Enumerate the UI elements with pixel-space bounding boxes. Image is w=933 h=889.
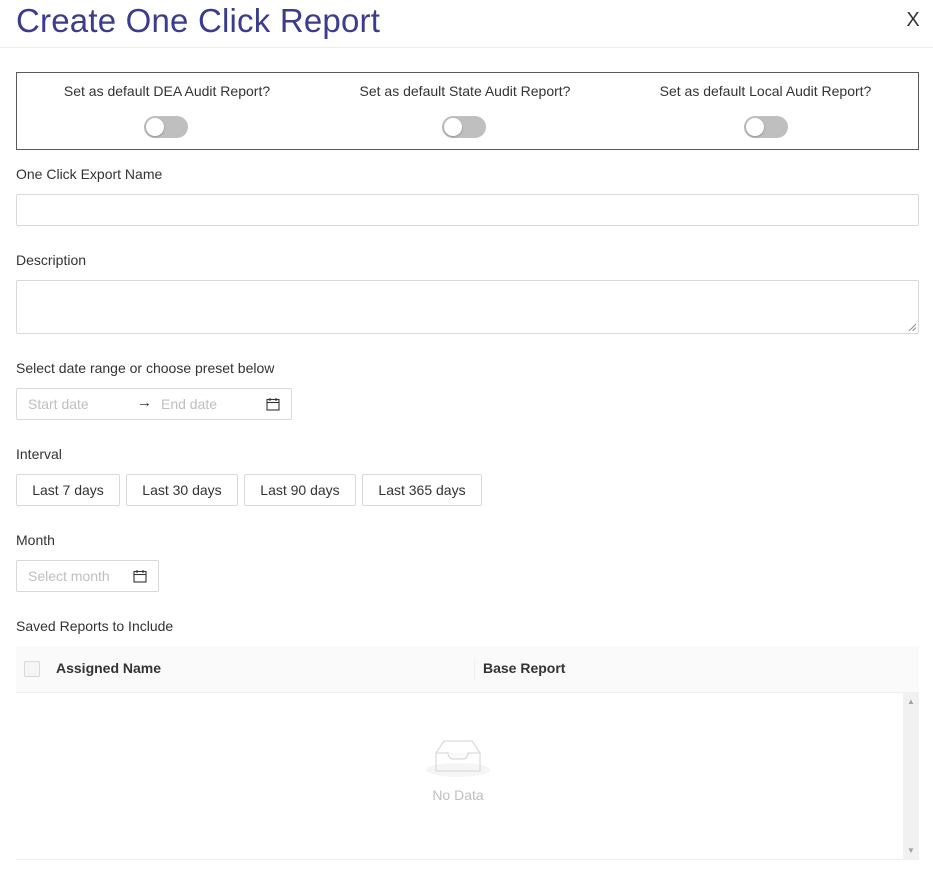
column-header-base-report[interactable]: Base Report	[483, 660, 565, 676]
dialog-title: Create One Click Report	[16, 2, 381, 39]
interval-last-7-days-button[interactable]: Last 7 days	[16, 474, 120, 506]
date-range-label: Select date range or choose preset below	[16, 360, 275, 376]
dea-default-switch[interactable]	[144, 116, 188, 138]
calendar-icon	[133, 570, 147, 583]
close-icon[interactable]: X	[903, 8, 923, 32]
end-date-input[interactable]: End date	[161, 396, 217, 412]
state-default-group: Set as default State Audit Report?	[317, 73, 613, 149]
month-picker[interactable]: Select month	[16, 560, 159, 592]
scroll-up-icon[interactable]: ▲	[907, 697, 915, 706]
saved-reports-table-body: No Data ▲ ▼	[16, 693, 919, 860]
month-input[interactable]: Select month	[28, 568, 110, 584]
description-textarea[interactable]	[16, 280, 919, 334]
select-all-checkbox[interactable]	[24, 661, 40, 677]
range-arrow-icon: →	[137, 394, 152, 411]
interval-last-365-days-button[interactable]: Last 365 days	[362, 474, 482, 506]
column-header-assigned-name[interactable]: Assigned Name	[56, 660, 161, 676]
switch-knob	[444, 118, 462, 136]
resize-grip-icon[interactable]	[908, 323, 916, 331]
column-divider	[474, 658, 475, 680]
switch-knob	[146, 118, 164, 136]
description-label: Description	[16, 252, 87, 268]
dea-default-group: Set as default DEA Audit Report?	[17, 73, 317, 149]
switch-knob	[746, 118, 764, 136]
month-label: Month	[16, 532, 55, 548]
local-default-label: Set as default Local Audit Report?	[659, 83, 872, 99]
saved-reports-table-header: Assigned Name Base Report	[16, 646, 919, 693]
local-default-switch[interactable]	[744, 116, 788, 138]
state-default-label: Set as default State Audit Report?	[359, 83, 571, 99]
local-default-group: Set as default Local Audit Report?	[613, 73, 918, 149]
export-name-label: One Click Export Name	[16, 166, 163, 182]
dialog-header: Create One Click Report X	[0, 0, 933, 48]
date-range-picker[interactable]: Start date → End date	[16, 388, 292, 420]
empty-inbox-icon	[426, 740, 490, 777]
empty-text: No Data	[432, 787, 484, 803]
state-default-switch[interactable]	[442, 116, 486, 138]
interval-label: Interval	[16, 446, 62, 462]
calendar-icon	[266, 398, 280, 411]
scroll-down-icon[interactable]: ▼	[907, 846, 915, 855]
empty-state: No Data	[418, 737, 498, 803]
default-report-toggles: Set as default DEA Audit Report? Set as …	[16, 72, 919, 150]
saved-reports-label: Saved Reports to Include	[16, 618, 174, 634]
start-date-input[interactable]: Start date	[28, 396, 89, 412]
interval-last-90-days-button[interactable]: Last 90 days	[244, 474, 356, 506]
dea-default-label: Set as default DEA Audit Report?	[63, 83, 271, 99]
table-scrollbar[interactable]: ▲ ▼	[903, 693, 919, 859]
interval-last-30-days-button[interactable]: Last 30 days	[126, 474, 238, 506]
export-name-input[interactable]	[16, 194, 919, 226]
